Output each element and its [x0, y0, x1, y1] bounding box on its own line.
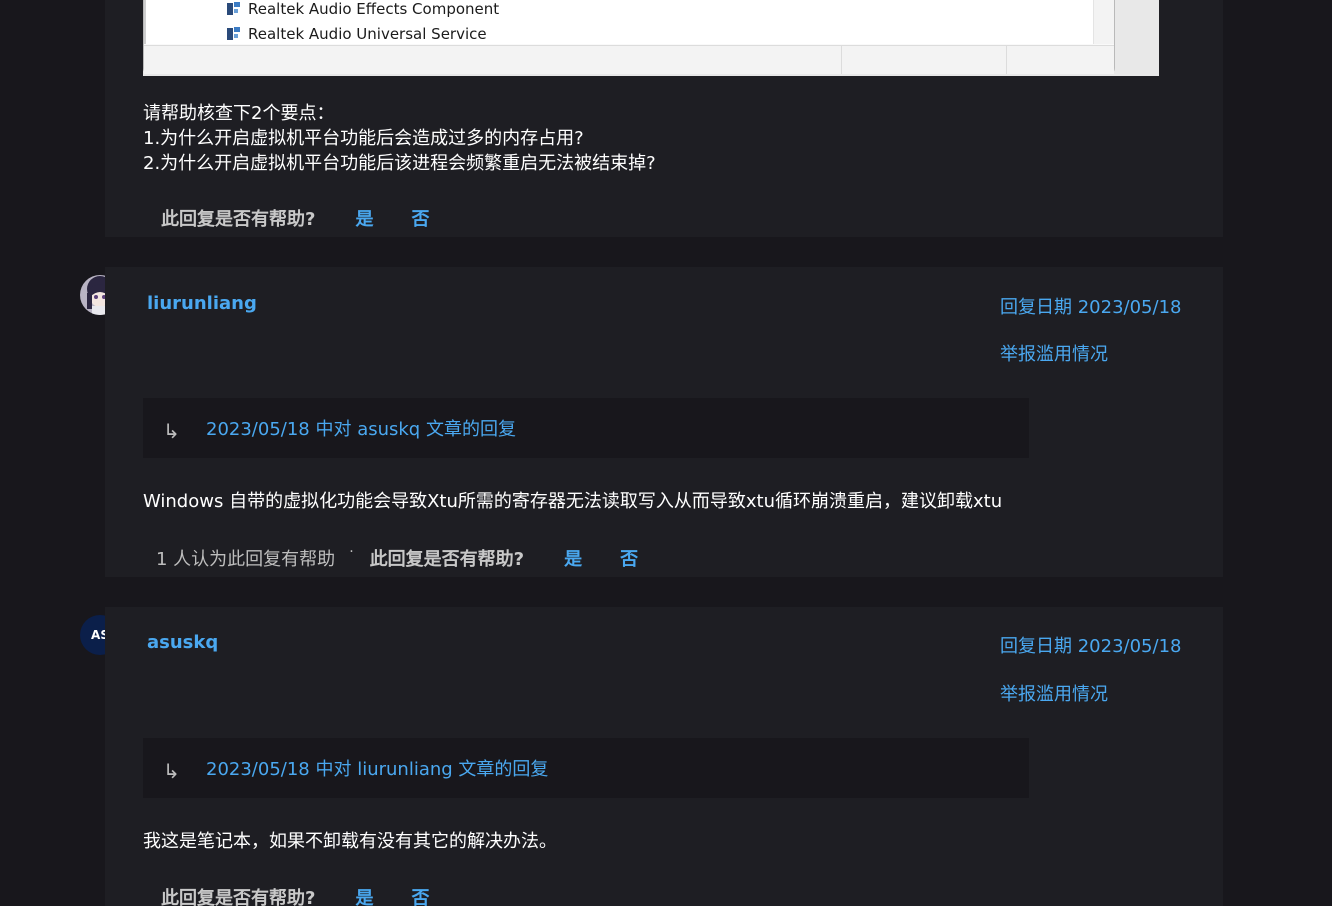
reply-date: 回复日期 2023/05/18: [1000, 636, 1182, 657]
post-body-line: 请帮助核查下2个要点：: [143, 103, 335, 124]
reply-reference-link[interactable]: 2023/05/18 中对 liurunliang 文章的回复: [206, 755, 548, 781]
helpful-no-button[interactable]: 否: [411, 205, 429, 231]
helpful-question: 此回复是否有帮助?: [369, 549, 525, 570]
reply-reference-link[interactable]: 2023/05/18 中对 asuskq 文章的回复: [206, 415, 516, 441]
process-list: Realtek Audio Effects Component Realtek …: [144, 0, 1096, 44]
helpful-feedback: 此回复是否有帮助? 是 否: [161, 882, 429, 906]
reply-body: Windows 自带的虚拟化功能会导致Xtu所需的寄存器无法读取写入从而导致xt…: [143, 491, 1003, 512]
reply-arrow-icon: ↳: [163, 759, 180, 783]
helpful-question: 此回复是否有帮助?: [161, 888, 316, 906]
reply-body: 我这是笔记本，如果不卸载有没有其它的解决办法。: [143, 831, 557, 852]
process-name: Realtek Audio Effects Component: [248, 0, 500, 18]
process-list-scrollbar: [1093, 0, 1114, 44]
helpful-question: 此回复是否有帮助?: [161, 209, 316, 230]
reply-date: 回复日期 2023/05/18: [1000, 297, 1182, 318]
helpful-yes-button[interactable]: 是: [355, 884, 373, 906]
process-name: Realtek Audio Universal Service: [248, 25, 487, 43]
helpful-count: 1 人认为此回复有帮助: [156, 549, 336, 570]
separator-dot: ·: [349, 544, 354, 560]
report-abuse-link[interactable]: 举报滥用情况: [1000, 340, 1108, 366]
post-body-line: 2.为什么开启虚拟机平台功能后该进程会频繁重启无法被结束掉?: [143, 153, 656, 174]
report-abuse-link[interactable]: 举报滥用情况: [1000, 680, 1108, 706]
service-icon: [226, 26, 242, 42]
reply-card: asuskq 回复日期 2023/05/18 举报滥用情况 ↳ 2023/05/…: [105, 607, 1223, 906]
helpful-no-button[interactable]: 否: [411, 884, 429, 906]
process-row: Realtek Audio Universal Service: [226, 23, 487, 45]
helpful-yes-button[interactable]: 是: [355, 205, 373, 231]
helpful-no-button[interactable]: 否: [620, 545, 638, 571]
reply-username[interactable]: liurunliang: [147, 293, 257, 314]
task-manager-window: Realtek Audio Effects Component Realtek …: [143, 0, 1115, 74]
question-post-card: Realtek Audio Effects Component Realtek …: [105, 0, 1223, 237]
embedded-screenshot: Realtek Audio Effects Component Realtek …: [143, 0, 1159, 76]
helpful-feedback: 此回复是否有帮助? 是 否: [161, 203, 429, 233]
process-row: Realtek Audio Effects Component: [226, 0, 499, 20]
reply-card: liurunliang 回复日期 2023/05/18 举报滥用情况 ↳ 202…: [105, 267, 1223, 577]
post-body-line: 1.为什么开启虚拟机平台功能后会造成过多的内存占用?: [143, 128, 584, 149]
status-divider: [841, 46, 842, 74]
forum-thread-page: Realtek Audio Effects Component Realtek …: [0, 0, 1332, 906]
reply-reference: ↳ 2023/05/18 中对 liurunliang 文章的回复: [143, 738, 1029, 798]
helpful-yes-button[interactable]: 是: [564, 545, 582, 571]
service-icon: [226, 1, 242, 17]
helpful-feedback: 1 人认为此回复有帮助 · 此回复是否有帮助? 是 否: [156, 543, 638, 573]
status-divider: [1006, 46, 1007, 74]
reply-reference: ↳ 2023/05/18 中对 asuskq 文章的回复: [143, 398, 1029, 458]
reply-arrow-icon: ↳: [163, 419, 180, 443]
window-status-bar: [144, 45, 1114, 74]
reply-username[interactable]: asuskq: [147, 632, 218, 653]
